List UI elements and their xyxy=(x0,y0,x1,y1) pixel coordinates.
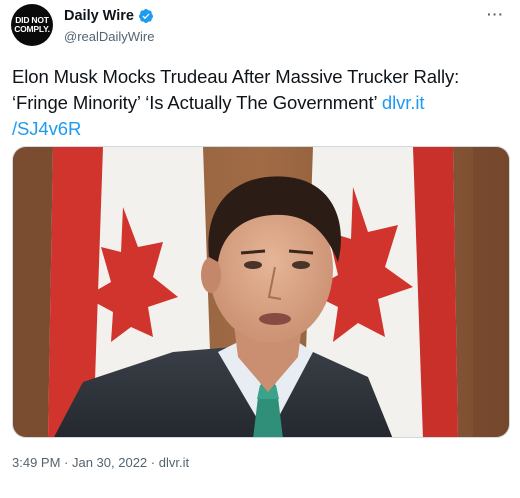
tweet-text: Elon Musk Mocks Trudeau After Massive Tr… xyxy=(12,64,510,142)
tweet-photo[interactable] xyxy=(12,146,510,438)
tweet-date[interactable]: Jan 30, 2022 xyxy=(72,455,147,470)
meta-separator-1: · xyxy=(60,455,72,470)
avatar[interactable]: DID NOT COMPLY. xyxy=(11,4,53,46)
tweet-source[interactable]: dlvr.it xyxy=(159,455,189,470)
tweet-link-part1: dlvr.it xyxy=(381,92,425,113)
tweet-time[interactable]: 3:49 PM xyxy=(12,455,60,470)
more-options-icon[interactable]: ··· xyxy=(487,6,504,22)
tweet-meta: 3:49 PM · Jan 30, 2022 · dlvr.it xyxy=(12,455,189,470)
tweet-link-part2: /SJ4v6R xyxy=(12,118,82,139)
photo-image xyxy=(13,147,509,437)
verified-badge-icon xyxy=(138,9,153,23)
display-name[interactable]: Daily Wire xyxy=(64,8,134,24)
handle[interactable]: @realDailyWire xyxy=(64,29,155,44)
name-row: Daily Wire xyxy=(64,8,154,24)
meta-separator-2: · xyxy=(147,455,159,470)
avatar-text-line2: COMPLY. xyxy=(14,24,50,34)
tweet[interactable]: DID NOT COMPLY. Daily Wire @realDailyWir… xyxy=(0,0,520,498)
